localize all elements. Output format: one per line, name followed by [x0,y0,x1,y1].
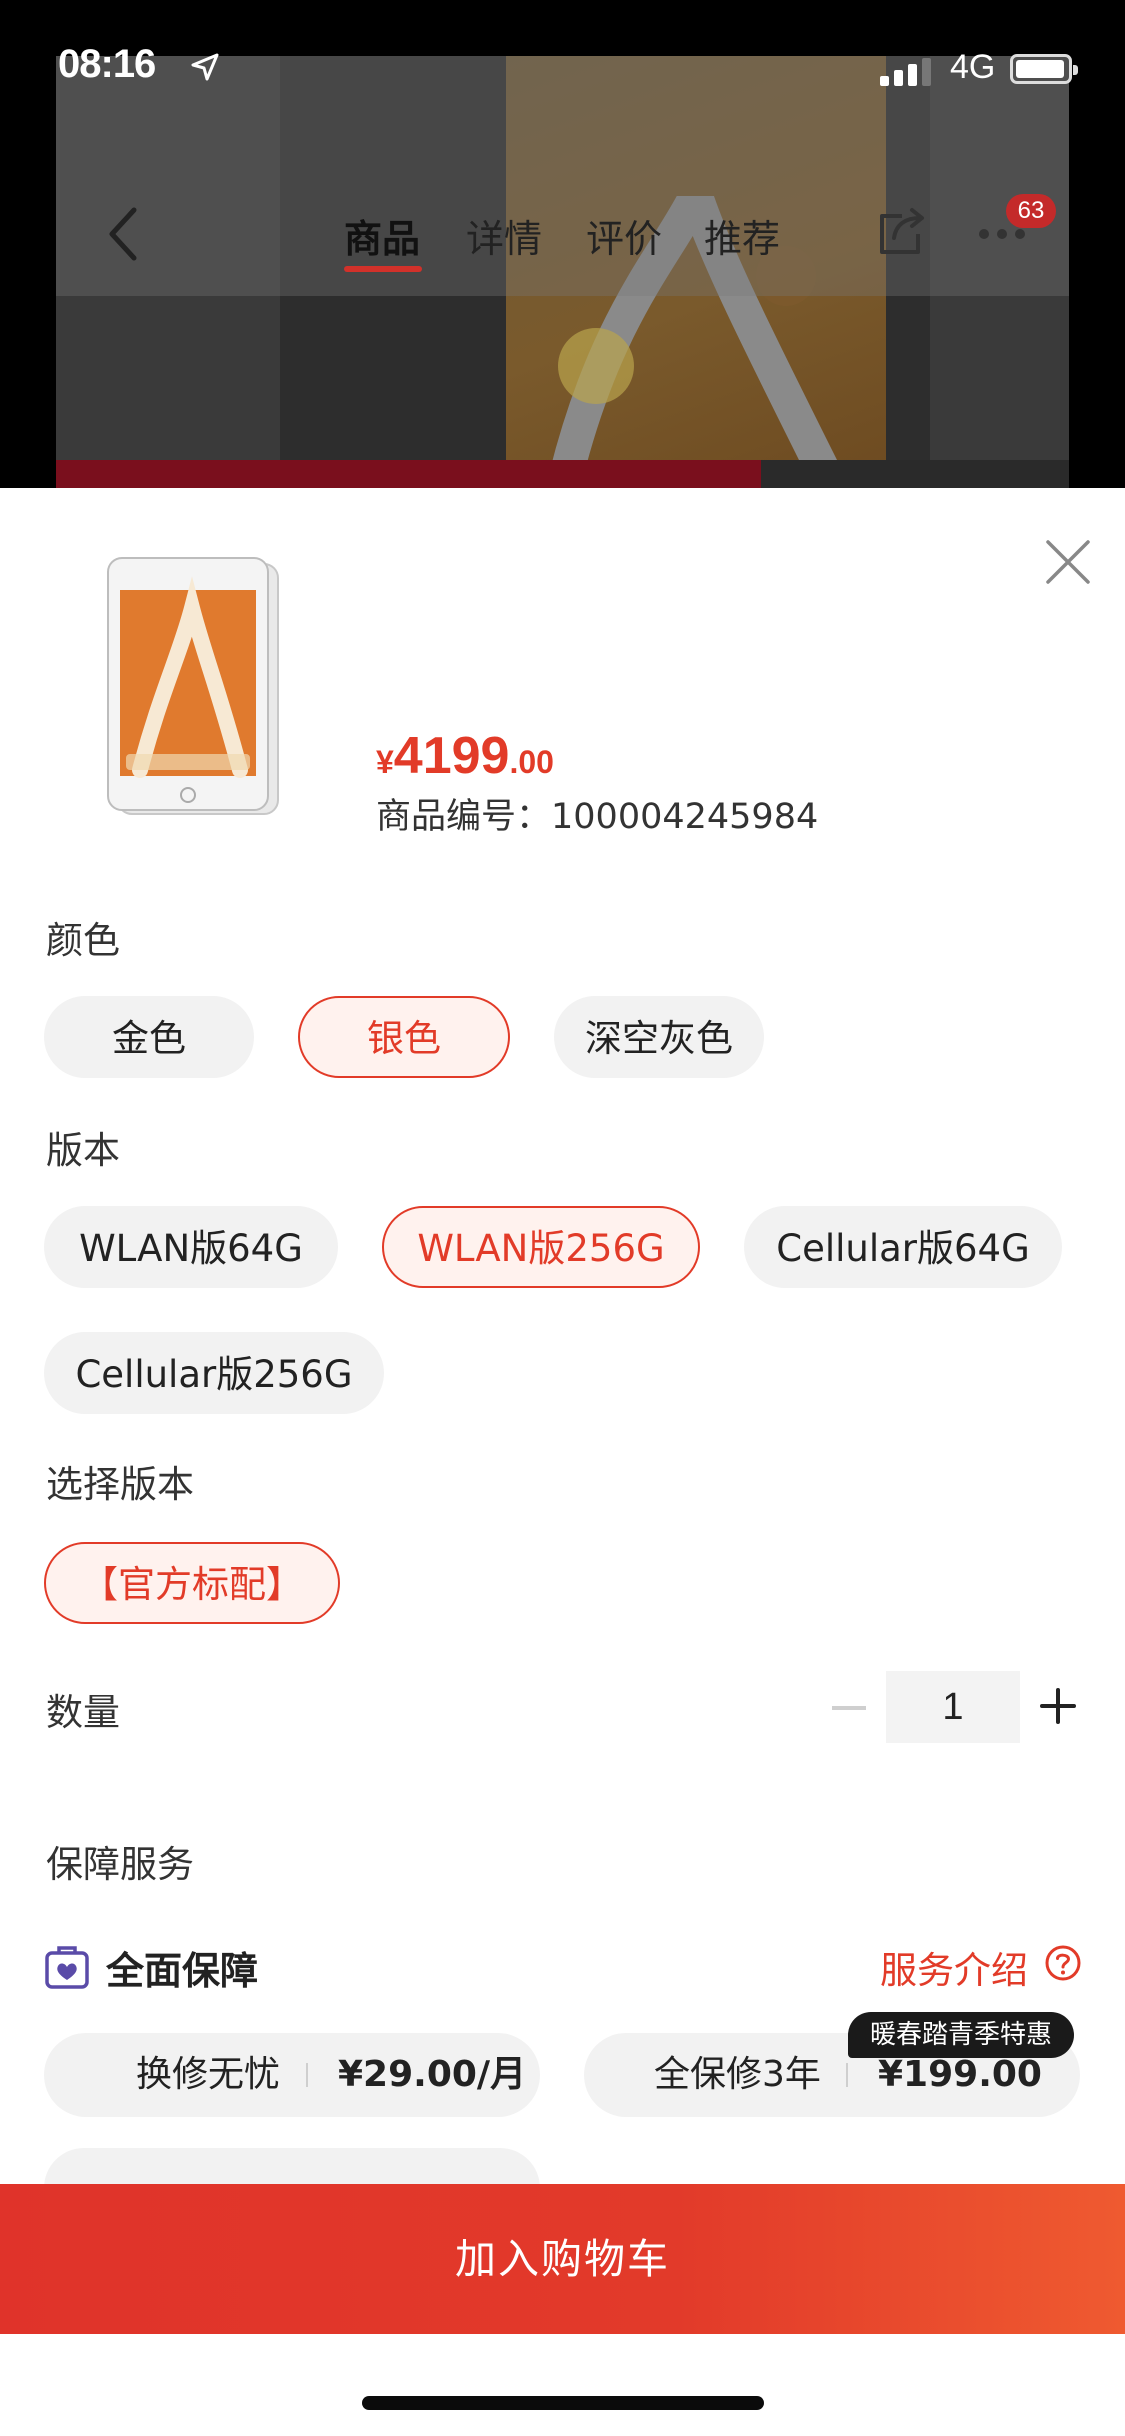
color-label: 颜色 [46,919,120,962]
battery-icon [1010,54,1078,84]
price-currency: ¥ [376,744,394,780]
tab-product[interactable]: 商品 [344,208,420,263]
price-integer: 4199 [393,727,510,785]
service-divider [846,2063,848,2087]
quantity-input[interactable]: 1 [886,1671,1020,1743]
package-option-official[interactable]: 【官方标配】 [44,1542,340,1624]
version-option-wlan-64g[interactable]: WLAN版64G [44,1206,338,1288]
tab-active-underline [344,266,422,272]
tab-recommend[interactable]: 推荐 [704,208,780,263]
add-to-cart-button[interactable]: 加入购物车 [0,2184,1125,2334]
more-icon[interactable] [978,228,1026,240]
tab-detail[interactable]: 详情 [466,208,542,263]
service-divider [306,2063,308,2087]
version-option-cellular-64g[interactable]: Cellular版64G [744,1206,1062,1288]
color-option-silver[interactable]: 银色 [298,996,510,1078]
spec-selection-sheet: ¥4199.00 商品编号：100004245984 颜色 金色 银色 深空灰色… [0,488,1125,2436]
product-thumbnail [107,557,279,815]
location-arrow-icon [191,53,219,81]
guarantee-title: 全面保障 [106,1949,259,1993]
color-option-space-gray[interactable]: 深空灰色 [554,996,764,1078]
service-option-repair[interactable]: 换修无忧 ¥29.00/月 [44,2033,540,2117]
status-bar: 08:16 4G [0,0,1125,86]
promo-tag: 暖春踏青季特惠 [848,2012,1075,2058]
help-icon[interactable] [1044,1944,1082,1982]
close-icon[interactable] [1044,538,1092,586]
back-icon[interactable] [104,204,144,264]
guarantee-section-label: 保障服务 [46,1843,194,1886]
home-indicator-area [0,2334,1125,2436]
status-time: 08:16 [58,42,156,86]
service-name: 换修无忧 [136,2054,281,2095]
sku-label: 商品编号： [376,797,552,837]
quantity-increase-button[interactable] [1040,1688,1076,1724]
version-option-cellular-256g[interactable]: Cellular版256G [44,1332,384,1414]
quantity-decrease-button[interactable] [832,1706,866,1710]
color-option-gold[interactable]: 金色 [44,996,254,1078]
service-price: ¥29.00/月 [338,2054,527,2095]
sku-number: 100004245984 [551,797,819,837]
package-label: 选择版本 [46,1463,194,1506]
share-icon[interactable] [876,206,928,256]
message-count-badge: 63 [1006,194,1056,228]
version-option-wlan-256g[interactable]: WLAN版256G [382,1206,700,1288]
tab-reviews[interactable]: 评价 [586,208,662,263]
service-intro-link[interactable]: 服务介绍 [880,1940,1028,1994]
version-label: 版本 [46,1129,120,1172]
network-type: 4G [950,48,996,86]
price-decimal: .00 [509,744,554,780]
background-product-page: 08:16 4G 商品 详情 评价 推荐 63 [0,0,1125,488]
quantity-label: 数量 [46,1691,120,1734]
home-indicator [362,2396,764,2410]
sku-line: 商品编号：100004245984 [376,788,818,839]
shield-bag-icon [45,1946,89,1989]
cellular-signal-icon [880,58,931,86]
product-hero-image [56,56,1069,488]
service-name: 全保修3年 [654,2054,821,2095]
product-price: ¥4199.00 [376,726,554,786]
